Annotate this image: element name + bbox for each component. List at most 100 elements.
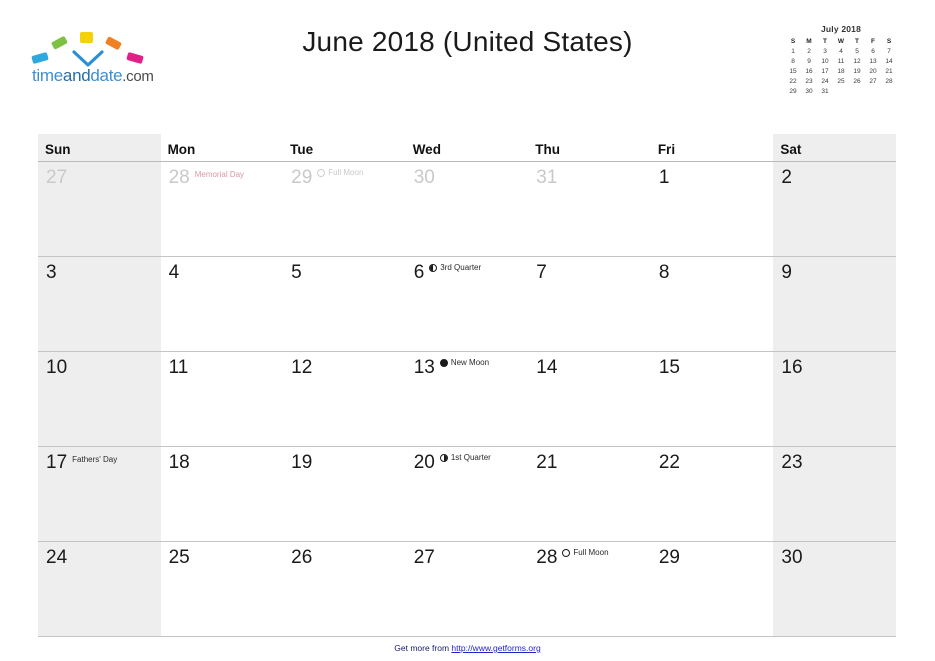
calendar-day-cell[interactable]: 24 (38, 541, 161, 637)
calendar-day-cell[interactable]: 28 Full Moon (528, 541, 651, 637)
day-content: 27 (38, 162, 161, 187)
calendar-day-cell[interactable]: 15 (650, 351, 774, 447)
day-content: 1 (651, 162, 774, 187)
day-number: 27 (413, 547, 435, 568)
mini-day-cell-empty (833, 87, 849, 97)
mini-day-cell: 2 (807, 48, 811, 55)
day-number: 27 (46, 167, 68, 188)
calendar-weekday-header: Sun Mon Tue Wed Thu Fri Sat (38, 134, 896, 162)
day-number: 16 (781, 357, 803, 378)
day-number: 14 (536, 357, 558, 378)
mini-day-cell: 28 (885, 78, 893, 85)
moon-phase-event: 1st Quarter (439, 453, 491, 463)
mini-day-cell: 23 (805, 78, 813, 85)
calendar-day-cell[interactable]: 3 (38, 256, 161, 352)
calendar-day-cell[interactable]: 2 (773, 161, 896, 257)
day-number: 8 (658, 262, 670, 283)
page-header: timeanddate.com June 2018 (United States… (0, 0, 935, 118)
logo-text-com: .com (122, 68, 154, 85)
day-content: 5 (283, 257, 406, 282)
calendar-day-cell[interactable]: 29 Full Moon (283, 162, 406, 257)
holiday-event: Memorial Day (194, 170, 245, 180)
calendar-day-cell[interactable]: 13 New Moon (405, 351, 529, 447)
day-content: 3 (38, 257, 161, 282)
mini-day-cell: 18 (837, 68, 845, 75)
day-number: 28 (536, 547, 558, 568)
day-number: 23 (781, 452, 803, 473)
calendar-day-cell[interactable]: 28 Memorial Day (161, 162, 284, 257)
mini-day-cell: 30 (805, 88, 813, 95)
day-content: 10 (38, 352, 161, 377)
mini-day-cell: 25 (837, 78, 845, 85)
calendar-day-cell[interactable]: 29 (650, 541, 774, 637)
day-content: 28 Full Moon (528, 542, 651, 567)
event-label: Full Moon (573, 547, 609, 557)
calendar-day-cell[interactable]: 7 (528, 256, 651, 352)
moon-phase-event: Full Moon (562, 547, 609, 558)
calendar-week-row: 27 28 Memorial Day 29 Full Moon 30 31 1 2 (38, 161, 896, 257)
calendar-day-cell[interactable]: 30 (773, 541, 896, 637)
calendar-day-cell[interactable]: 19 (283, 446, 406, 542)
calendar-day-cell[interactable]: 31 (528, 162, 651, 257)
calendar-day-cell[interactable]: 4 (160, 256, 284, 352)
moon-full-icon (317, 169, 326, 177)
mini-day-cell: 9 (807, 58, 811, 65)
day-number: 13 (413, 357, 435, 378)
day-number: 3 (46, 262, 57, 283)
mini-day-cell: 6 (871, 48, 875, 55)
mini-week-row: 8 9 10 11 12 13 14 (785, 57, 897, 67)
mini-day-cell: 27 (869, 78, 877, 85)
mini-day-cell: 29 (789, 88, 797, 95)
calendar-day-cell[interactable]: 5 (283, 256, 406, 352)
calendar-day-cell[interactable]: 27 (405, 541, 529, 637)
mini-day-cell: 3 (823, 48, 827, 55)
calendar-day-cell[interactable]: 10 (38, 351, 161, 447)
day-content: 4 (161, 257, 284, 282)
mini-day-cell: 15 (789, 68, 797, 75)
moon-full-icon (562, 549, 571, 557)
calendar-day-cell[interactable]: 25 (160, 541, 284, 637)
event-label: Memorial Day (194, 170, 245, 179)
calendar-day-cell[interactable]: 21 (528, 446, 651, 542)
mini-month-title: July 2018 (820, 24, 862, 34)
calendar-day-cell[interactable]: 9 (773, 256, 896, 352)
footer-link[interactable]: http://www.getforms.org (451, 643, 540, 653)
calendar-day-cell[interactable]: 6 3rd Quarter (405, 256, 529, 352)
day-number: 10 (46, 357, 68, 378)
calendar-day-cell[interactable]: 27 (38, 161, 161, 257)
calendar-day-cell[interactable]: 18 (160, 446, 284, 542)
logo-text-and: and (62, 66, 91, 85)
moon-third-icon (429, 264, 438, 272)
calendar-day-cell[interactable]: 8 (650, 256, 774, 352)
calendar-day-cell[interactable]: 11 (160, 351, 284, 447)
mini-day-cell: 12 (853, 58, 861, 65)
day-number: 21 (536, 452, 558, 473)
mini-week-row: 22 23 24 25 26 27 28 (785, 77, 897, 87)
day-content: 21 (528, 447, 651, 472)
calendar-day-cell[interactable]: 14 (528, 351, 651, 447)
day-number: 9 (781, 262, 792, 283)
mini-weekday: F (871, 38, 875, 45)
day-number: 4 (168, 262, 180, 283)
calendar-day-cell[interactable]: 16 (773, 351, 896, 447)
calendar-day-cell[interactable]: 30 (406, 162, 529, 257)
mini-day-cell: 1 (791, 48, 795, 55)
mini-day-cell-empty (849, 87, 865, 97)
holiday-event: Fathers' Day (72, 455, 117, 465)
day-content: 2 (773, 162, 896, 187)
day-number: 6 (413, 262, 425, 283)
moon-phase-event: 3rd Quarter (429, 263, 481, 273)
mini-day-cell: 21 (885, 68, 893, 75)
calendar-day-cell[interactable]: 26 (283, 541, 406, 637)
calendar-day-cell[interactable]: 1 (651, 162, 774, 257)
calendar-body: 27 28 Memorial Day 29 Full Moon 30 31 1 2 3 4 5 6 3rd… (38, 161, 896, 637)
calendar-day-cell[interactable]: 23 (773, 446, 896, 542)
calendar-day-cell[interactable]: 22 (650, 446, 774, 542)
calendar-day-cell[interactable]: 12 (283, 351, 406, 447)
mini-weekday: W (837, 38, 845, 45)
calendar-day-cell[interactable]: 17 Fathers' Day (38, 446, 161, 542)
calendar-day-cell[interactable]: 20 1st Quarter (405, 446, 529, 542)
mini-day-cell-empty (881, 87, 897, 97)
mini-weekday: M (806, 38, 812, 45)
moon-new-icon (439, 359, 448, 367)
